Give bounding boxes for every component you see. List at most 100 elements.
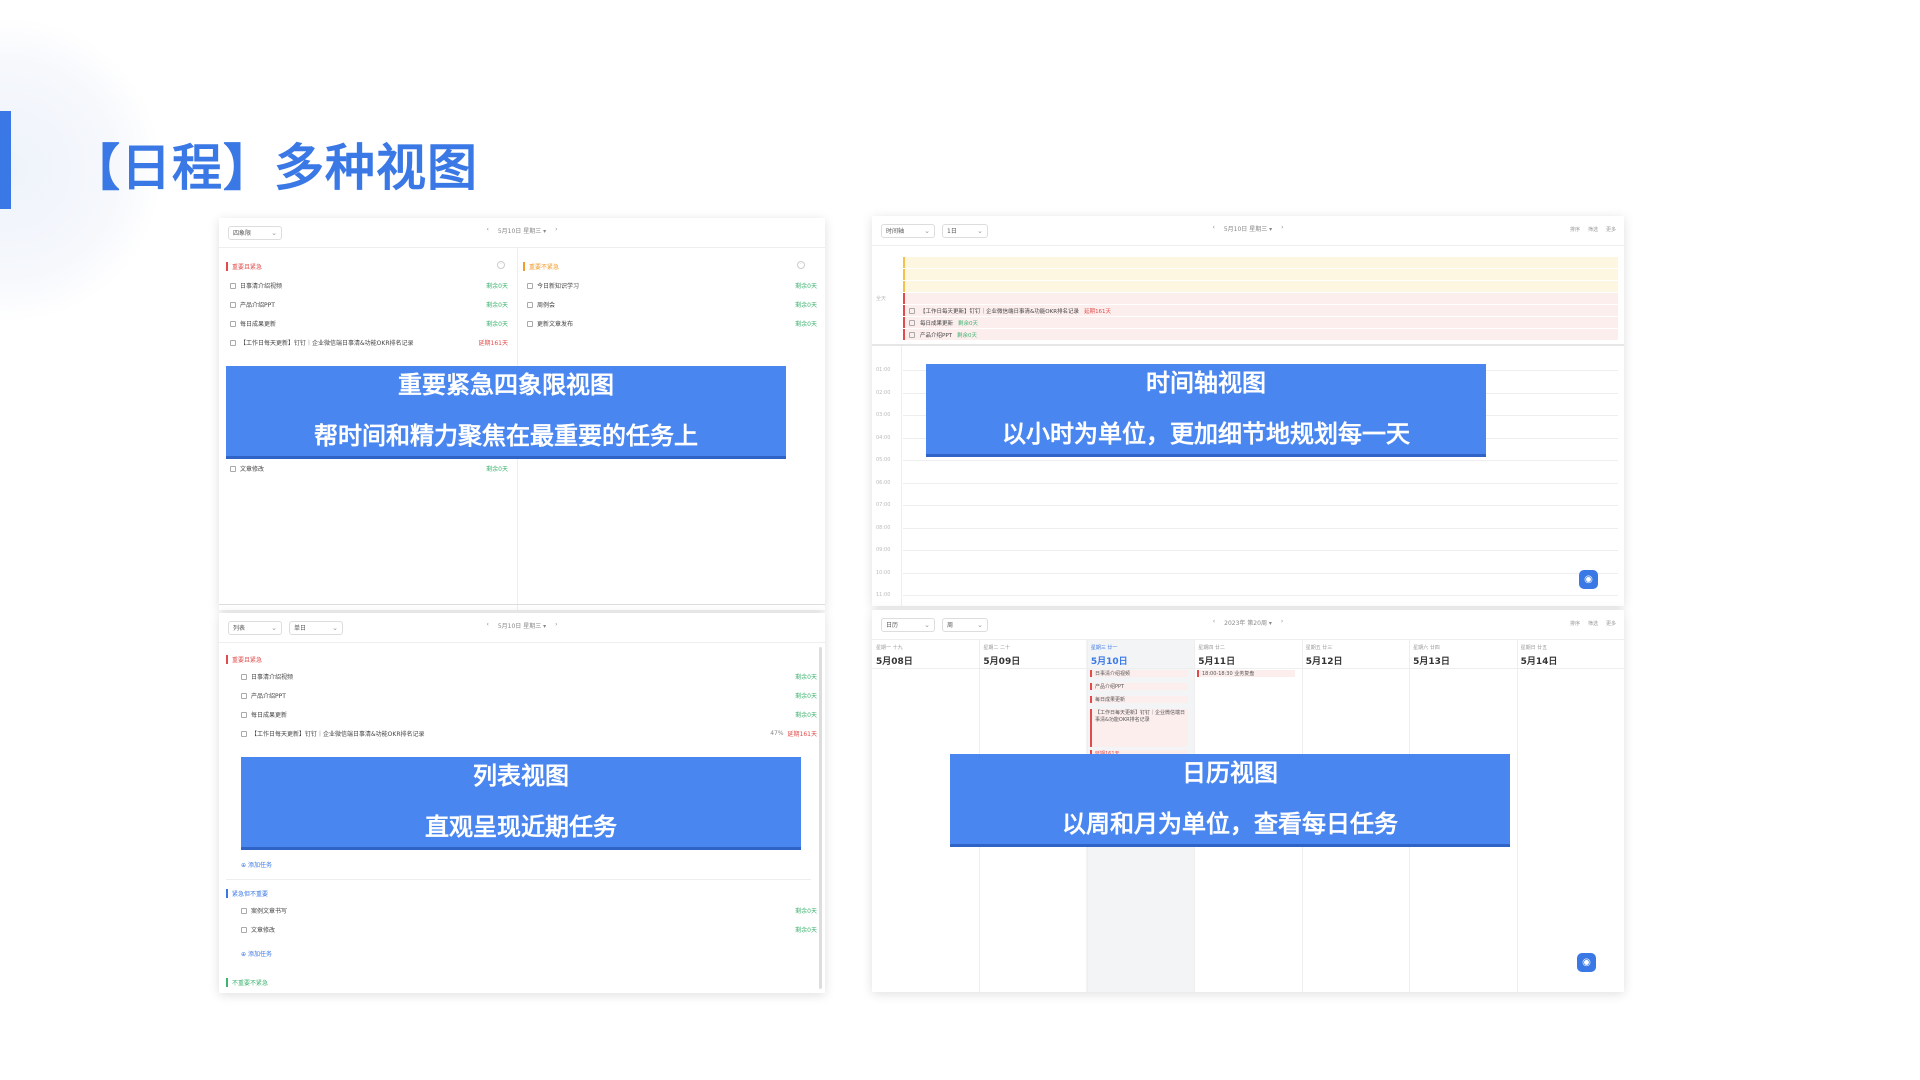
task-row[interactable]: 案例文章书写 剩余0天 [241,906,817,915]
quadrant-label-important: 重要不紧急 [523,262,559,271]
time-axis-line [901,346,902,606]
view-select-label: 列表 [233,625,246,632]
checkbox[interactable] [230,339,236,346]
hour-label: 06:00 [876,479,891,486]
checkbox[interactable] [241,730,247,737]
add-task-button[interactable]: ⊕ 添加任务 [241,949,272,958]
range-select[interactable]: 单日 ⌄ [289,620,343,635]
date-label[interactable]: 5月10日 星期三 ▾ [498,621,546,630]
more-button[interactable]: 更多 [1606,226,1616,233]
timeline-row[interactable]: 【工作日每天更新】钉钉｜企业微信端日事清&功能OKR排名记录 延期161天 [903,305,1618,316]
sort-button[interactable]: 排序 [1570,226,1580,233]
date-nav: ‹ 5月10日 星期三 ▾ › [486,226,557,235]
checkbox[interactable] [527,320,533,327]
calendar-event[interactable]: 产品介绍PPT [1090,683,1188,690]
task-row[interactable]: 日事清介绍视频 剩余0天 [241,672,817,681]
next-icon[interactable]: › [1281,224,1283,233]
date-label[interactable]: 5月10日 星期三 ▾ [498,226,546,235]
weekday-label: 星期一 十九 [876,645,903,651]
task-remaining: 剩余0天 [795,674,817,681]
next-icon[interactable]: › [555,621,557,630]
checkbox[interactable] [230,465,236,472]
hour-label: 09:00 [876,547,891,553]
task-title: 更新文章发布 [537,321,574,328]
task-title: 文章修改 [251,927,276,934]
location-fab-icon[interactable]: ◉ [1577,953,1596,972]
task-title: 今日新知识学习 [537,283,580,290]
task-overdue: 延期161天 [478,340,508,347]
date-label[interactable]: 5月10日 星期三 ▾ [1224,224,1272,233]
settings-icon[interactable]: · [797,261,805,269]
checkbox[interactable] [241,926,247,933]
task-row[interactable]: 日事清介绍视频 剩余0天 [230,281,508,290]
task-row[interactable]: 每日成果更新 剩余0天 [230,319,508,328]
checkbox[interactable] [527,282,533,289]
prev-icon[interactable]: ‹ [486,621,488,630]
chevron-down-icon: ⌄ [924,620,930,629]
task-title: 产品介绍PPT [240,302,275,309]
filter-button[interactable]: 筛选 [1588,226,1598,233]
checkbox[interactable] [527,301,533,308]
task-row[interactable]: 更新文章发布 剩余0天 [527,319,817,328]
week-label[interactable]: 2023年 第20周 ▾ [1224,618,1272,627]
caption-title: 重要紧急四象限视图 [398,371,614,400]
view-select[interactable]: 四象限 ⌄ [228,225,282,240]
timeline-row[interactable]: 产品介绍PPT 剩余0天 [903,329,1618,340]
task-row[interactable]: 【工作日每天更新】钉钉｜企业微信端日事清&功能OKR排名记录 延期161天 [230,338,508,347]
view-select[interactable]: 日历 ⌄ [881,617,935,632]
range-select[interactable]: 1日 ⌄ [942,223,988,238]
divider [226,879,811,880]
checkbox[interactable] [241,673,247,680]
calendar-event[interactable]: 18:00-18:30 业务复盘 [1197,670,1295,677]
task-row[interactable]: 文章修改 剩余0天 [230,464,508,473]
calendar-event[interactable]: 每日成果更新 [1090,696,1188,703]
view-select[interactable]: 时间轴 ⌄ [881,223,935,238]
checkbox[interactable] [230,301,236,308]
checkbox[interactable] [909,307,915,314]
task-remaining: 剩余0天 [486,321,508,328]
filter-button[interactable]: 筛选 [1588,620,1598,627]
checkbox[interactable] [241,907,247,914]
calendar-event[interactable]: 【工作日每天更新】钉钉｜企业微信端日事清&功能OKR排名记录 [1090,709,1188,747]
date-label: 5月10日 [1090,657,1128,667]
timeline-row[interactable]: 每日成果更新 剩余0天 [903,317,1618,328]
checkbox[interactable] [230,320,236,327]
scrollbar[interactable] [819,647,822,989]
more-button[interactable]: 更多 [1606,620,1616,627]
event-title: 每日成果更新 [1095,697,1126,703]
prev-icon[interactable]: ‹ [1212,224,1214,233]
view-select[interactable]: 列表 ⌄ [228,620,282,635]
task-row[interactable]: 每日成果更新 剩余0天 [241,710,817,719]
checkbox[interactable] [909,331,915,338]
task-row[interactable]: 【工作日每天更新】钉钉｜企业微信端日事清&功能OKR排名记录 47% 延期161天 [241,729,817,738]
task-row[interactable]: 产品介绍PPT 剩余0天 [241,691,817,700]
date-label: 5月13日 [1413,657,1450,667]
hour-line [903,595,1618,596]
calendar-event[interactable]: 日事清介绍视频 [1090,670,1188,677]
add-task-button[interactable]: ⊕ 添加任务 [241,860,272,869]
hour-label: 01:00 [876,367,891,373]
task-row[interactable]: 周例会 剩余0天 [527,300,817,309]
checkbox[interactable] [230,282,236,289]
next-icon[interactable]: › [1281,618,1283,627]
weekday-label: 星期四 廿二 [1198,645,1225,651]
timeline-faded-row [903,269,1618,280]
task-row[interactable]: 文章修改 剩余0天 [241,925,817,934]
range-select[interactable]: 周 ⌄ [942,617,988,632]
sort-button[interactable]: 排序 [1570,620,1580,627]
location-fab-icon[interactable]: ◉ [1579,570,1598,589]
settings-icon[interactable]: · [497,261,505,269]
task-row[interactable]: 今日新知识学习 剩余0天 [527,281,817,290]
task-remaining: 剩余0天 [795,712,817,719]
checkbox[interactable] [241,692,247,699]
allday-divider [872,344,1624,346]
task-row[interactable]: 产品介绍PPT 剩余0天 [230,300,508,309]
task-remaining: 剩余0天 [795,321,817,328]
prev-icon[interactable]: ‹ [486,226,488,235]
next-icon[interactable]: › [555,226,557,235]
task-title: 日事清介绍视频 [240,283,283,290]
prev-icon[interactable]: ‹ [1213,618,1215,627]
checkbox[interactable] [241,711,247,718]
checkbox[interactable] [909,319,915,326]
range-select-label: 周 [947,622,954,629]
